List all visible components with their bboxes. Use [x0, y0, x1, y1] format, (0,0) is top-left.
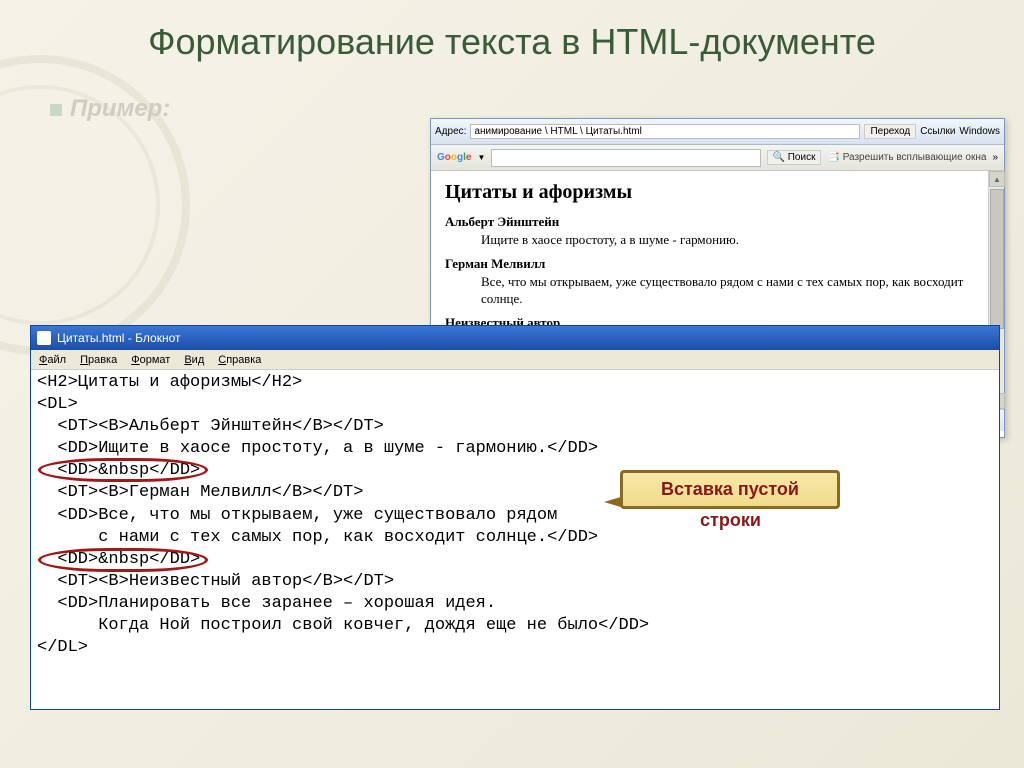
- callout-text-line2: строки: [700, 510, 761, 531]
- menu-edit[interactable]: Правка: [80, 354, 117, 366]
- bullet-icon: [50, 104, 62, 116]
- quote-author: Альберт Эйнштейн: [445, 214, 990, 230]
- go-button[interactable]: Переход: [864, 124, 916, 139]
- quote-author: Герман Мелвилл: [445, 256, 990, 272]
- page-heading: Цитаты и афоризмы: [445, 181, 990, 204]
- google-toolbar: Google ▼ 🔍 Поиск 📑 Разрешить всплывающие…: [431, 145, 1004, 171]
- notepad-menu-bar: Файл Правка Формат Вид Справка: [31, 350, 999, 370]
- quote-text: Все, что мы открываем, уже существовало …: [481, 274, 990, 307]
- notepad-title-text: Цитаты.html - Блокнот: [57, 331, 180, 345]
- quote-text: Ищите в хаосе простоту, а в шуме - гармо…: [481, 232, 990, 248]
- browser-address-bar: Адрес: анимирование \ HTML \ Цитаты.html…: [431, 119, 1004, 145]
- menu-view[interactable]: Вид: [184, 354, 204, 366]
- notepad-title-bar: Цитаты.html - Блокнот: [31, 326, 999, 350]
- search-button[interactable]: 🔍 Поиск: [767, 150, 822, 165]
- callout-text: Вставка пустой: [661, 479, 799, 499]
- menu-help[interactable]: Справка: [218, 354, 261, 366]
- links-label: Ссылки: [920, 126, 955, 137]
- dropdown-icon[interactable]: ▼: [477, 153, 485, 162]
- example-label: Пример:: [70, 95, 170, 123]
- scroll-thumb[interactable]: [990, 189, 1004, 329]
- google-logo: Google: [437, 152, 471, 163]
- google-search-input[interactable]: [491, 149, 760, 167]
- notepad-window: Цитаты.html - Блокнот Файл Правка Формат…: [30, 325, 1000, 710]
- notepad-editor[interactable]: <H2>Цитаты и афоризмы</H2> <DL> <DT><B>А…: [31, 370, 999, 661]
- callout-box: Вставка пустой: [620, 470, 840, 509]
- scroll-up-icon[interactable]: ▲: [989, 171, 1005, 187]
- toolbar-chevron-icon[interactable]: »: [992, 152, 998, 163]
- notepad-icon: [37, 331, 51, 345]
- slide-title: Форматирование текста в HTML-документе: [0, 0, 1024, 63]
- address-field[interactable]: анимирование \ HTML \ Цитаты.html: [470, 124, 860, 139]
- popup-button[interactable]: 📑 Разрешить всплывающие окна: [827, 152, 986, 163]
- address-label: Адрес:: [435, 126, 466, 137]
- menu-format[interactable]: Формат: [131, 354, 170, 366]
- windows-link[interactable]: Windows: [959, 126, 1000, 137]
- menu-file[interactable]: Файл: [39, 354, 66, 366]
